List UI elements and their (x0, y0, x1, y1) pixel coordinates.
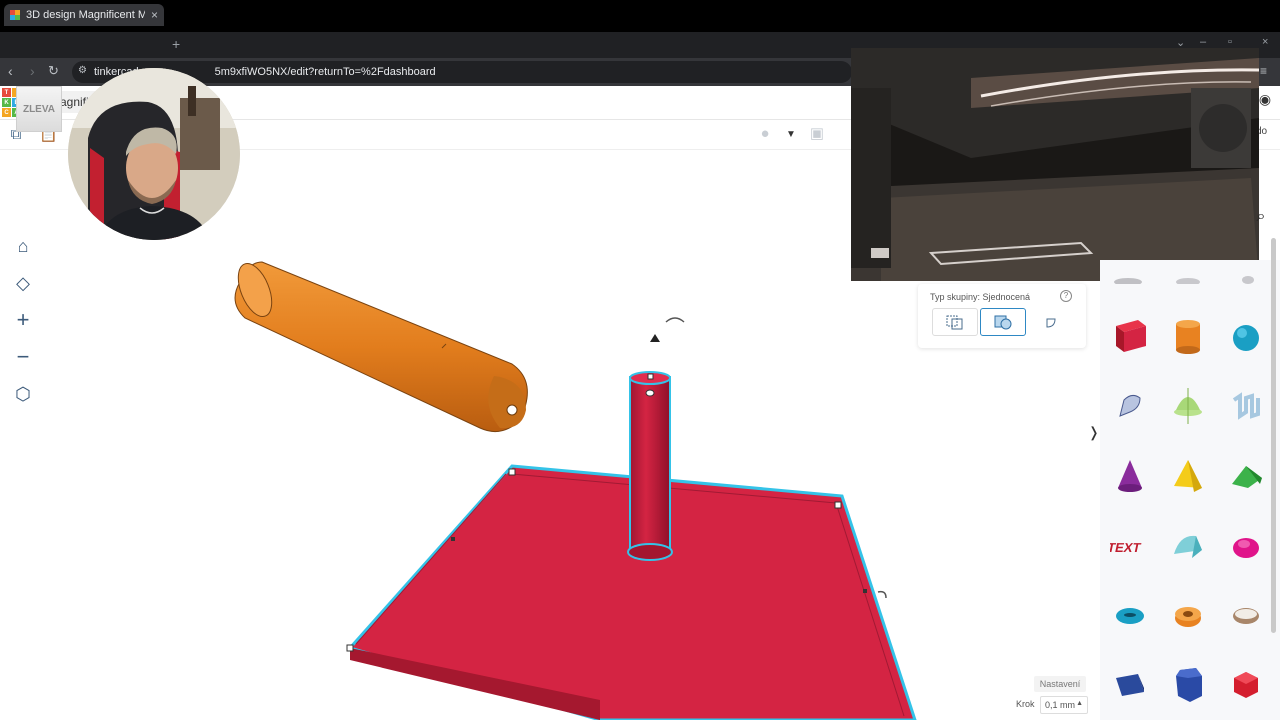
logo-letter: T (2, 88, 11, 97)
logo-letter: K (2, 98, 11, 107)
logo-letter: C (2, 108, 11, 117)
help-icon[interactable]: ? (1060, 290, 1072, 302)
combine-outline-icon (946, 315, 963, 330)
step-size-value: 0,1 mm (1045, 700, 1076, 710)
tinkercad-favicon-icon (10, 10, 20, 20)
pole-cylinder-shape[interactable] (627, 371, 673, 561)
perspective-cube-icon[interactable]: ⬡ (10, 381, 36, 407)
box-shape-icon[interactable] (1106, 312, 1154, 360)
scribble-shape-icon[interactable] (1106, 382, 1154, 430)
step-caret-icon: ▲ (1076, 700, 1083, 707)
url-suffix: 5m9xfiWO5NX/edit?returnTo=%2Fdashboard (214, 66, 436, 78)
view-cube-face-label: ZLEVA (22, 103, 56, 115)
align-icon[interactable]: ▣ (808, 125, 826, 143)
group-intersect-button[interactable] (1028, 308, 1074, 336)
forward-arrow-icon[interactable]: › (30, 64, 35, 78)
zoom-out-icon[interactable]: − (10, 344, 36, 370)
paraboloid-shape-icon[interactable] (1164, 382, 1212, 430)
screen: 3D design Magnificent Migelo-K × + ⌄ – ▫… (0, 0, 1280, 720)
pyramid-shape-icon[interactable] (1164, 452, 1212, 500)
shapes-scrollbar[interactable] (1271, 238, 1276, 633)
printer-bed-image (851, 48, 1259, 281)
hexagonal-prism-shape-icon[interactable] (1164, 660, 1212, 708)
close-tab-icon[interactable]: × (151, 8, 158, 22)
text-3d-shape-icon[interactable]: TEXT (1106, 522, 1154, 570)
group-type-panel: Typ skupiny: Sjednocená ? (918, 284, 1086, 348)
wedge-shape-icon[interactable] (1106, 660, 1154, 708)
webcam-person-image (68, 68, 240, 240)
new-tab-button[interactable]: + (172, 36, 180, 52)
torus-shape-icon[interactable] (1106, 590, 1154, 638)
group-type-label: Typ skupiny: Sjednocená (930, 292, 1031, 302)
site-info-icon[interactable]: ⚙ (78, 65, 87, 76)
icosahedron-shape-icon[interactable] (1222, 660, 1270, 708)
union-shape-icon (994, 315, 1012, 330)
printer-camera-overlay (851, 48, 1259, 281)
zoom-in-icon[interactable]: + (10, 307, 36, 333)
search-icon[interactable]: ⌕ (1252, 208, 1270, 226)
step-size-select[interactable]: 0,1 mm ▲ (1040, 696, 1088, 714)
maximize-window-icon[interactable]: ▫ (1228, 36, 1232, 48)
browser-menu-icon[interactable]: ≡ (1260, 64, 1267, 78)
cylinder-shape-icon[interactable] (1164, 312, 1212, 360)
step-label: Krok (1016, 699, 1035, 709)
view-cube[interactable]: ZLEVA (16, 86, 62, 132)
browser-tab[interactable]: 3D design Magnificent Migelo-K × (4, 4, 164, 26)
light-bulb-icon[interactable]: ● (756, 125, 774, 143)
minimize-window-icon[interactable]: – (1200, 36, 1206, 48)
tube-shape-icon[interactable] (1164, 590, 1212, 638)
top-black-strip (0, 0, 1280, 32)
cone-shape-icon[interactable] (1106, 452, 1154, 500)
polygon-shape-icon[interactable] (1222, 522, 1270, 570)
half-sphere-shape-icon[interactable] (1164, 522, 1212, 570)
group-union-button[interactable] (980, 308, 1026, 336)
sphere-shape-icon[interactable] (1222, 312, 1270, 360)
svg-text:TEXT: TEXT (1110, 540, 1142, 555)
home-view-icon[interactable]: ⌂ (10, 233, 36, 259)
reload-icon[interactable]: ↻ (48, 64, 59, 78)
text-shape-icon[interactable] (1222, 382, 1270, 430)
shapes-panel: TEXT (1100, 260, 1280, 720)
roof-shape-icon[interactable] (1222, 452, 1270, 500)
intersect-shape-icon (1046, 318, 1056, 328)
close-window-icon[interactable]: × (1262, 36, 1268, 48)
back-arrow-icon[interactable]: ‹ (8, 64, 13, 78)
profile-avatar-icon[interactable]: ◉ (1256, 90, 1274, 108)
shapes-row-partial (1114, 276, 1254, 284)
dropdown-caret-icon[interactable]: ▼ (782, 126, 800, 144)
group-subtract-button[interactable] (932, 308, 978, 336)
tab-title: 3D design Magnificent Migelo-K (26, 9, 145, 21)
webcam-overlay (68, 68, 240, 240)
ring-shape-icon[interactable] (1222, 590, 1270, 638)
settings-button[interactable]: Nastavení (1034, 676, 1086, 692)
fit-view-icon[interactable]: ◇ (10, 270, 36, 296)
